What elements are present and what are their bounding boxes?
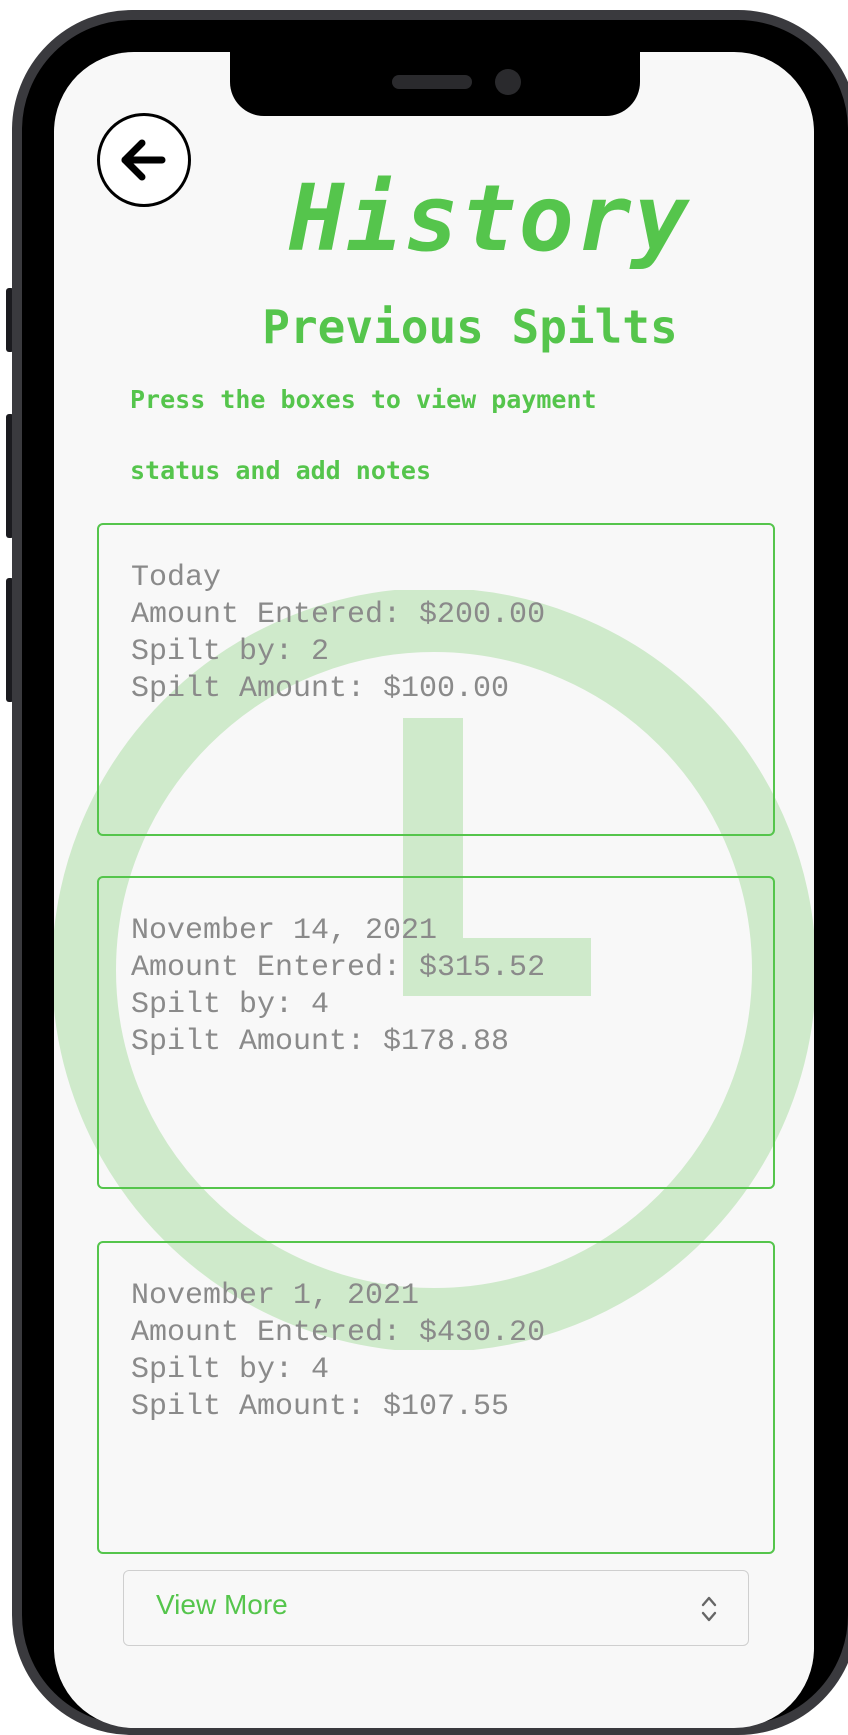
page-title: History (289, 165, 691, 272)
split-amount: Spilt Amount: $178.88 (131, 1025, 510, 1059)
split-amount: Spilt Amount: $100.00 (131, 672, 510, 706)
split-by: Spilt by: 4 (131, 1353, 330, 1387)
chevron-up-down-icon (701, 1596, 717, 1622)
history-date: November 14, 2021 (131, 914, 438, 948)
split-by: Spilt by: 4 (131, 988, 330, 1022)
amount-entered: Amount Entered: $430.20 (131, 1316, 546, 1350)
split-amount: Spilt Amount: $107.55 (131, 1390, 510, 1424)
split-by: Spilt by: 2 (131, 635, 330, 669)
instruction-text-line-2: status and add notes (130, 456, 432, 485)
instruction-text-line-1: Press the boxes to view payment (130, 385, 597, 414)
view-more-select[interactable]: View More (123, 1570, 749, 1646)
history-date: November 1, 2021 (131, 1279, 420, 1313)
front-camera (495, 69, 521, 95)
history-card[interactable]: November 14, 2021 Amount Entered: $315.5… (97, 876, 775, 1189)
speaker-grille (392, 75, 472, 89)
phone-notch (230, 50, 640, 116)
history-card[interactable]: November 1, 2021 Amount Entered: $430.20… (97, 1241, 775, 1554)
page-subtitle: Previous Spilts (262, 300, 678, 354)
history-date: Today (131, 561, 222, 595)
amount-entered: Amount Entered: $315.52 (131, 951, 546, 985)
arrow-left-icon (121, 139, 166, 181)
history-card[interactable]: Today Amount Entered: $200.00 Spilt by: … (97, 523, 775, 836)
amount-entered: Amount Entered: $200.00 (131, 598, 546, 632)
app-mockup: History Previous Spilts Press the boxes … (0, 0, 848, 1735)
view-more-label: View More (156, 1589, 288, 1620)
back-button[interactable] (97, 113, 191, 207)
